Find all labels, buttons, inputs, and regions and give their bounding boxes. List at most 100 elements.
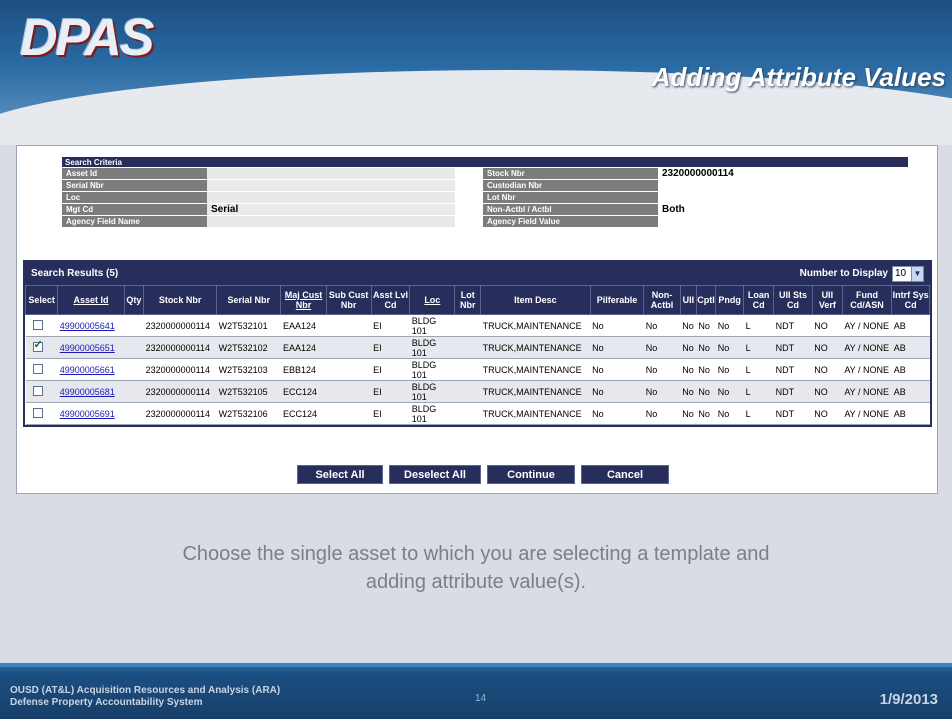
asset-id-link[interactable]: 49900005681 <box>60 387 115 397</box>
criteria-value <box>658 216 908 227</box>
footer-accent-bar <box>0 663 952 667</box>
column-header: Sub Cust Nbr <box>325 285 372 315</box>
cell-sub <box>326 402 372 425</box>
table-row: 49900005651 2320000000114W2T532102EAA124 E… <box>25 336 930 359</box>
criteria-label: Custodian Nbr <box>483 180 658 191</box>
cell-asst: EI <box>371 314 410 337</box>
cell-fund: AY / NONE <box>842 314 892 337</box>
select-cell <box>25 358 58 381</box>
footer-line-2: Defense Property Accountability System <box>10 697 203 708</box>
continue-button[interactable]: Continue <box>487 465 575 484</box>
cell-sub <box>326 358 372 381</box>
column-header: Pndg <box>715 285 745 315</box>
cell-uiists: NDT <box>773 358 813 381</box>
table-row: 49900005661 2320000000114 W2T532103 EBB124 E… <box>25 358 930 381</box>
asset-id-link[interactable]: 49900005641 <box>60 321 115 331</box>
column-header: Loan Cd <box>743 285 775 315</box>
cell-lot <box>454 314 481 337</box>
search-criteria-title: Search Criteria <box>62 157 908 167</box>
cell-lot <box>454 336 481 359</box>
number-to-display-label: Number to Display <box>799 268 888 279</box>
column-header[interactable]: Maj Cust Nbr <box>280 285 327 315</box>
number-to-display: Number to Display 10 ▼ <box>799 265 924 282</box>
cell-pilf: No <box>590 358 644 381</box>
cell-loc: BLDG 101 <box>409 380 455 403</box>
cell-pndg: No <box>715 358 744 381</box>
criteria-row: Asset Id Stock Nbr 2320000000114 <box>62 168 908 179</box>
cell-qty <box>124 336 144 359</box>
criteria-value <box>207 216 455 227</box>
select-checkbox[interactable] <box>32 340 43 352</box>
cell-cptl: No <box>696 314 716 337</box>
cell-uiists: NDT <box>773 380 813 403</box>
cell-stock: 2320000000114 <box>143 380 217 403</box>
cell-uiiverf: NO <box>812 402 843 425</box>
cell-uiiverf: NO <box>812 380 843 403</box>
criteria-value: Serial <box>207 204 455 215</box>
select-checkbox[interactable] <box>32 385 43 396</box>
select-checkbox[interactable] <box>32 363 43 374</box>
chevron-down-icon[interactable]: ▼ <box>911 266 923 281</box>
criteria-label: Non-Actbl / Actbl <box>483 204 658 215</box>
cell-nonact: No <box>643 380 681 403</box>
criteria-value <box>207 168 455 179</box>
cell-asst: EI <box>371 380 410 403</box>
criteria-value <box>658 192 908 203</box>
cell-qty <box>124 402 144 425</box>
cell-uiiverf: NO <box>812 336 843 359</box>
results-title: Search Results (5) <box>31 268 119 279</box>
criteria-label: Lot Nbr <box>483 192 658 203</box>
criteria-value: 2320000000114 <box>658 168 908 179</box>
cell-uii: No <box>680 336 697 359</box>
table-row: 49900005641 2320000000114 W2T532101 EAA124 E… <box>25 314 930 337</box>
criteria-label: Serial Nbr <box>62 180 207 191</box>
cell-stock: 2320000000114 <box>143 336 217 359</box>
cell-fund: AY / NONE <box>842 380 892 403</box>
cell-maj: ECC124 <box>280 402 327 425</box>
cell-loan: L <box>743 380 774 403</box>
select-checkbox[interactable] <box>32 319 43 330</box>
cell-maj: ECC124 <box>280 380 327 403</box>
asset-id-cell: 49900005661 <box>57 358 125 381</box>
cell-sub <box>326 336 372 359</box>
criteria-label: Mgt Cd <box>62 204 207 215</box>
cell-desc: TRUCK,MAINTENANCE <box>480 380 591 403</box>
cancel-button[interactable]: Cancel <box>581 465 669 484</box>
column-header: UII Verf <box>811 285 843 315</box>
asset-id-link[interactable]: 49900005661 <box>60 365 115 375</box>
column-header[interactable]: Asset Id <box>57 285 125 315</box>
cell-loc: BLDG 101 <box>409 336 455 359</box>
cell-pilf: No <box>590 336 644 359</box>
cell-lot <box>454 380 481 403</box>
cell-intrf: AB <box>891 358 930 381</box>
table-row: 49900005691 2320000000114 W2T532106 ECC124 E… <box>25 402 930 425</box>
cell-uii: No <box>680 380 697 403</box>
cell-intrf: AB <box>891 336 930 359</box>
select-all-button[interactable]: Select All <box>297 465 383 484</box>
footer-date: 1/9/2013 <box>879 691 938 708</box>
cell-pndg: No <box>715 402 744 425</box>
column-header[interactable]: Loc <box>409 285 456 315</box>
table-header-row: Select Asset Id Qty Stock Nbr Serial Nbr Maj … <box>24 285 930 315</box>
cell-sub <box>326 380 372 403</box>
action-buttons: Select All Deselect All Continue Cancel <box>297 465 669 484</box>
cell-desc: TRUCK,MAINTENANCE <box>480 314 591 337</box>
cell-desc: TRUCK,MAINTENANCE <box>480 336 591 359</box>
asset-id-cell: 49900005651 <box>57 336 125 359</box>
cell-asst: EI <box>371 402 410 425</box>
select-cell <box>25 314 58 337</box>
asset-id-cell: 49900005691 <box>57 402 125 425</box>
select-checkbox[interactable] <box>32 407 43 418</box>
deselect-all-button[interactable]: Deselect All <box>389 465 481 484</box>
number-to-display-select[interactable]: 10 ▼ <box>892 265 924 282</box>
number-to-display-value: 10 <box>895 268 907 279</box>
cell-qty <box>124 380 144 403</box>
asset-id-link[interactable]: 49900005691 <box>60 409 115 419</box>
criteria-label: Stock Nbr <box>483 168 658 179</box>
criteria-label: Asset Id <box>62 168 207 179</box>
asset-id-link[interactable]: 49900005651 <box>60 343 115 353</box>
criteria-row: Agency Field Name Agency Field Value <box>62 216 908 227</box>
main-panel: Search Criteria Asset Id Stock Nbr 2320000… <box>16 145 938 494</box>
cell-uii: No <box>680 358 697 381</box>
cell-serial: W2T532101 <box>216 314 281 337</box>
